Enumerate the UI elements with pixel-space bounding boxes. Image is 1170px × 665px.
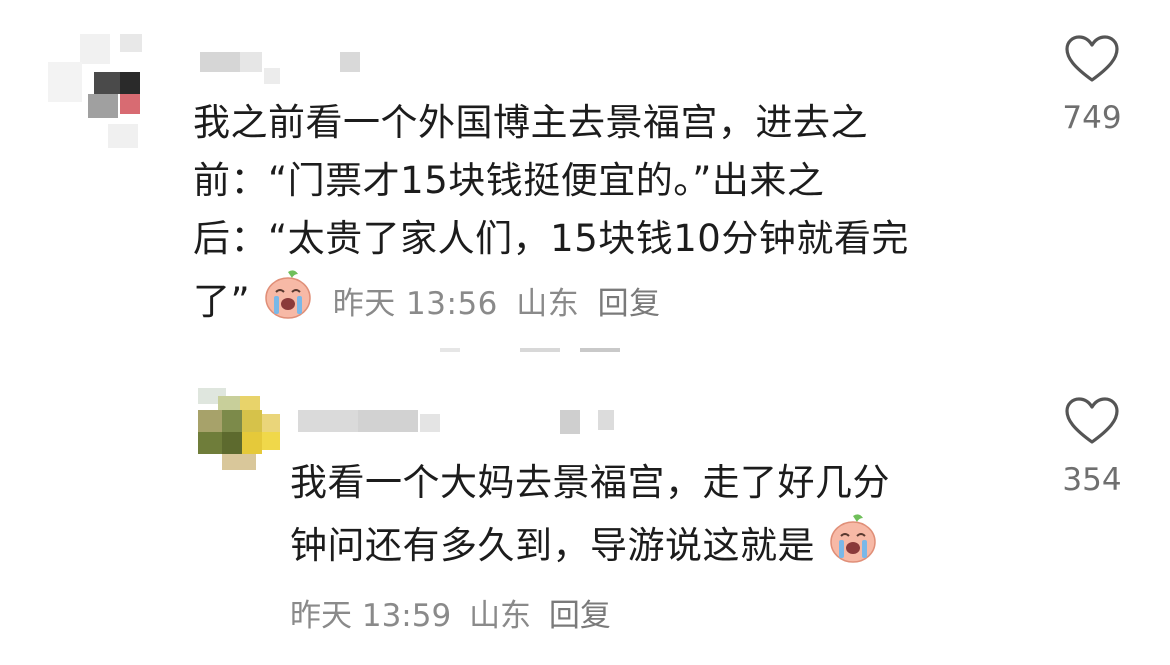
comment-line-last: 钟问还有多久到，导游说这就是 bbox=[290, 512, 1010, 575]
heart-outline-icon[interactable] bbox=[1064, 396, 1120, 446]
blur-artifact bbox=[580, 348, 620, 352]
comment-line: 后：“太贵了家人们，15块钱10分钟就看完 bbox=[193, 217, 909, 260]
blur-artifact bbox=[440, 348, 460, 352]
comment-meta: 昨天 13:59 山东 回复 bbox=[290, 596, 619, 636]
avatar[interactable] bbox=[48, 28, 148, 148]
heart-outline-icon[interactable] bbox=[1064, 34, 1120, 84]
comment-line: 我之前看一个外国博主去景福宫，进去之 bbox=[193, 101, 868, 144]
username[interactable] bbox=[298, 410, 638, 440]
reply-button[interactable]: 回复 bbox=[549, 598, 611, 634]
like-count: 354 bbox=[1062, 462, 1122, 498]
comment-text: 我之前看一个外国博主去景福宫，进去之 前：“门票才15块钱挺便宜的。”出来之 后… bbox=[193, 94, 1033, 331]
like-button[interactable]: 749 bbox=[1042, 34, 1142, 144]
comment-location: 山东 bbox=[516, 286, 580, 322]
avatar[interactable] bbox=[198, 388, 284, 472]
comment-line: 我看一个大妈去景福宫，走了好几分 bbox=[290, 461, 890, 504]
comment-time: 昨天 13:56 bbox=[332, 286, 498, 322]
reply-button[interactable]: 回复 bbox=[598, 286, 661, 322]
comment-location: 山东 bbox=[469, 598, 532, 634]
comment-line-last: 了” 昨天 13:56 山东 回复 bbox=[193, 268, 1033, 331]
comment-line: 了” bbox=[193, 280, 251, 323]
blur-artifact bbox=[520, 348, 560, 352]
comment-text: 我看一个大妈去景福宫，走了好几分 钟问还有多久到，导游说这就是 bbox=[290, 454, 1010, 575]
like-count: 749 bbox=[1062, 100, 1122, 136]
comment-line: 前：“门票才15块钱挺便宜的。”出来之 bbox=[193, 159, 825, 202]
comment-line: 钟问还有多久到，导游说这就是 bbox=[290, 524, 815, 567]
comment-time: 昨天 13:59 bbox=[290, 598, 452, 634]
crying-face-emoji bbox=[830, 514, 877, 563]
username[interactable] bbox=[200, 52, 400, 92]
like-button[interactable]: 354 bbox=[1042, 396, 1142, 506]
crying-face-emoji bbox=[265, 270, 312, 319]
